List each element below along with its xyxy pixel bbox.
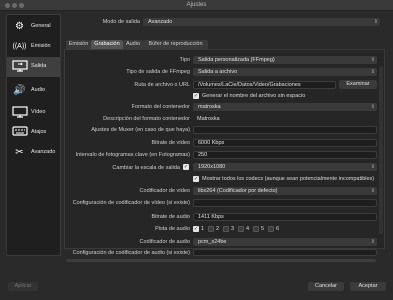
video-encoder-label: Codificador de vídeo bbox=[139, 188, 190, 194]
title-bar: Ajustes bbox=[0, 0, 393, 11]
container-format-label: Formato del contenedor bbox=[131, 104, 190, 110]
window-title: Ajustes bbox=[186, 2, 207, 8]
audio-encoder-select[interactable]: pcm_s24be ⇕ bbox=[193, 238, 377, 246]
gear-icon: ⚙ bbox=[15, 21, 24, 32]
audio-track-6-checkbox[interactable] bbox=[268, 226, 274, 232]
path-label: Ruta de archivo o URL bbox=[134, 82, 190, 88]
type-label: Tipo bbox=[179, 57, 191, 63]
audio-track-5-label: 5 bbox=[261, 226, 265, 232]
audio-encoder-value: pcm_s24be bbox=[198, 239, 227, 245]
container-desc-label: Descripción del formato contenedor bbox=[103, 116, 190, 122]
monitor-icon bbox=[11, 106, 28, 120]
sidebar-item-label: Vídeo bbox=[31, 109, 46, 115]
chevron-updown-icon: ⇕ bbox=[373, 19, 378, 25]
sidebar-item-salida[interactable]: Salida bbox=[7, 57, 60, 77]
video-bitrate-input[interactable]: 6000 Kbps bbox=[193, 139, 377, 147]
tab-bufer-reproduccion[interactable]: Búfer de reproducción bbox=[143, 40, 208, 49]
video-encoder-config-input[interactable] bbox=[193, 199, 377, 207]
sidebar-item-atajos[interactable]: Atajos bbox=[7, 123, 60, 143]
path-input[interactable]: /Volumes/LaCie/Datos/Video/Grabaciones bbox=[193, 81, 336, 89]
audio-track-3-checkbox[interactable] bbox=[223, 226, 229, 232]
muxer-settings-label: Ajustes de Muxer (en caso de que haya) bbox=[91, 127, 190, 133]
rescale-value: 1920x1080 bbox=[198, 164, 226, 170]
rescale-select[interactable]: 1920x1080 ⇕ bbox=[193, 163, 377, 171]
chevron-updown-icon: ⇕ bbox=[370, 239, 375, 245]
video-encoder-value: libx264 (Codificador por defecto) bbox=[198, 188, 278, 194]
tab-audio[interactable]: Audio bbox=[123, 40, 143, 49]
audio-track-5-checkbox[interactable] bbox=[253, 226, 259, 232]
accept-button[interactable]: Aceptar bbox=[350, 282, 386, 291]
sidebar-item-emision[interactable]: ((A)) Emisión bbox=[7, 37, 60, 57]
container-desc-value: Matroska bbox=[197, 116, 220, 122]
chevron-updown-icon: ⇕ bbox=[370, 164, 375, 170]
audio-track-2-checkbox[interactable] bbox=[208, 226, 214, 232]
tab-grabacion[interactable]: Grabación bbox=[91, 40, 123, 49]
audio-track-4-checkbox[interactable] bbox=[238, 226, 244, 232]
muxer-settings-input[interactable] bbox=[193, 126, 377, 134]
chevron-updown-icon: ⇕ bbox=[370, 57, 375, 63]
output-icon bbox=[11, 60, 28, 74]
generate-name-checkbox[interactable]: ✓ bbox=[193, 93, 199, 99]
sidebar-item-general[interactable]: ⚙ General bbox=[7, 17, 60, 37]
sidebar-item-audio[interactable]: 🔊 Audio bbox=[7, 81, 60, 101]
keyframe-interval-input[interactable]: 250 bbox=[193, 151, 377, 159]
chevron-updown-icon: ⇕ bbox=[370, 69, 375, 75]
sidebar-item-video[interactable]: Vídeo bbox=[7, 103, 60, 123]
audio-bitrate-label: Bitrate de audio bbox=[151, 214, 190, 220]
settings-sidebar: ⚙ General ((A)) Emisión Salida 🔊 Audio V… bbox=[6, 14, 61, 256]
broadcast-icon: ((A)) bbox=[12, 43, 27, 50]
audio-track-2-label: 2 bbox=[216, 226, 220, 232]
sidebar-item-avanzado[interactable]: ✂ Avanzado bbox=[7, 143, 60, 163]
chevron-updown-icon: ⇕ bbox=[370, 188, 375, 194]
sidebar-item-label: Avanzado bbox=[31, 149, 56, 155]
rescale-checkbox[interactable]: ✓ bbox=[183, 164, 189, 170]
show-all-codecs-checkbox[interactable]: ✓ bbox=[193, 176, 199, 182]
tools-icon: ✂ bbox=[15, 147, 24, 158]
container-format-select[interactable]: matroska ⇕ bbox=[193, 103, 377, 111]
audio-track-label: Pista de audio bbox=[155, 226, 190, 232]
audio-track-1-label: 1 bbox=[201, 226, 205, 232]
speaker-icon: 🔊 bbox=[13, 85, 26, 96]
vertical-scrollbar[interactable] bbox=[379, 66, 383, 234]
ffmpeg-output-type-value: Salida a archivo bbox=[198, 69, 238, 75]
audio-bitrate-input[interactable]: 1411 Kbps bbox=[193, 213, 377, 221]
sidebar-item-label: Atajos bbox=[31, 129, 47, 135]
chevron-updown-icon: ⇕ bbox=[370, 104, 375, 110]
sidebar-item-label: Emisión bbox=[31, 43, 51, 49]
output-mode-select[interactable]: Avanzado ⇕ bbox=[143, 18, 380, 26]
audio-encoder-config-input[interactable] bbox=[193, 249, 377, 256]
output-mode-label: Modo de salida bbox=[102, 19, 140, 25]
apply-button[interactable]: Aplicar bbox=[8, 282, 38, 291]
audio-track-3-label: 3 bbox=[231, 226, 235, 232]
tab-emision[interactable]: Emisión bbox=[66, 40, 91, 49]
video-bitrate-label: Bitrate de vídeo bbox=[151, 140, 190, 146]
keyframe-interval-label: Intervalo de fotogramas clave (en Fotogr… bbox=[75, 152, 190, 158]
cancel-button[interactable]: Cancelar bbox=[308, 282, 344, 291]
audio-track-1-checkbox[interactable]: ✓ bbox=[193, 226, 199, 232]
type-select[interactable]: Salida personalizada (FFmpeg) ⇕ bbox=[193, 56, 377, 64]
ffmpeg-output-type-select[interactable]: Salida a archivo ⇕ bbox=[193, 68, 377, 76]
generate-name-label: Generar el nombre del archivo sin espaci… bbox=[202, 93, 306, 99]
sidebar-item-label: Salida bbox=[31, 63, 47, 69]
audio-track-4-label: 4 bbox=[246, 226, 250, 232]
sidebar-item-label: Audio bbox=[31, 87, 46, 93]
keyboard-icon bbox=[11, 126, 28, 140]
container-format-value: matroska bbox=[198, 104, 221, 110]
sidebar-item-label: General bbox=[31, 23, 51, 29]
type-value: Salida personalizada (FFmpeg) bbox=[198, 57, 275, 63]
audio-track-6-label: 6 bbox=[276, 226, 280, 232]
show-all-codecs-label: Mostrar todos los codecs (aunque sean po… bbox=[202, 176, 375, 182]
rescale-label: Cambiar la escala de salida bbox=[112, 165, 180, 171]
video-encoder-config-label: Configuración de codificador de vídeo (s… bbox=[72, 200, 190, 206]
output-mode-value: Avanzado bbox=[148, 19, 173, 25]
audio-encoder-config-label: Configuración de codificador de audio (s… bbox=[72, 250, 190, 256]
ffmpeg-output-type-label: Tipo de salida de FFmpeg bbox=[126, 69, 190, 75]
browse-button[interactable]: Examinar bbox=[339, 80, 377, 89]
video-encoder-select[interactable]: libx264 (Codificador por defecto) ⇕ bbox=[193, 187, 377, 195]
horizontal-scrollbar[interactable] bbox=[66, 259, 376, 262]
audio-encoder-label: Codificador de audio bbox=[139, 239, 190, 245]
